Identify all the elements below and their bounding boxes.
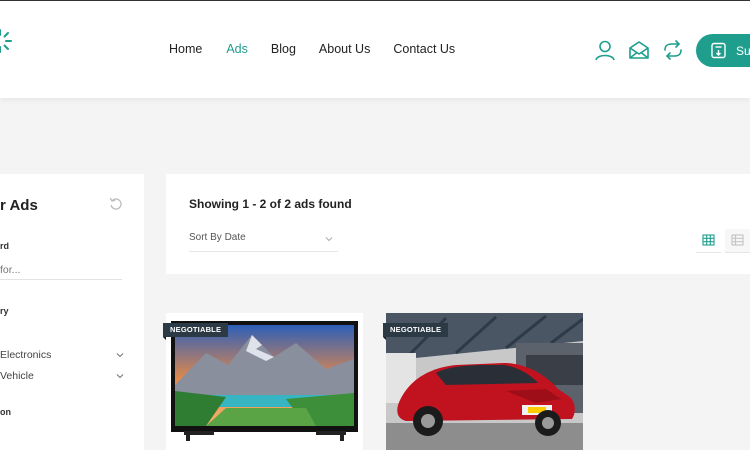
chevron-down-icon [116, 353, 124, 358]
logo-icon[interactable] [0, 27, 14, 55]
category-vehicle-label: Vehicle [0, 370, 34, 382]
results-count: Showing 1 - 2 of 2 ads found [189, 197, 352, 211]
submit-ad-button[interactable]: Su [696, 34, 750, 67]
mail-icon[interactable] [628, 39, 650, 61]
category-electronics-label: Electronics [0, 349, 52, 361]
grid-icon [702, 234, 715, 246]
sort-select-value: Sort By Date [189, 232, 246, 243]
grid-view-button[interactable] [696, 229, 721, 253]
nav-home[interactable]: Home [169, 42, 202, 56]
list-icon [731, 234, 744, 246]
nav-blog[interactable]: Blog [271, 42, 296, 56]
keyword-input[interactable] [0, 260, 122, 280]
user-icon[interactable] [594, 39, 616, 61]
submit-ad-label: Su [736, 44, 750, 58]
filter-sidebar: r Ads rd ry Electronics Vehicle on [0, 174, 144, 450]
keyword-label: rd [0, 241, 9, 251]
nav-about-us[interactable]: About Us [319, 42, 370, 56]
reset-icon[interactable] [109, 197, 123, 211]
category-electronics[interactable]: Electronics [0, 349, 124, 361]
negotiable-badge: NEGOTIABLE [163, 323, 229, 340]
nav-ads[interactable]: Ads [226, 42, 248, 56]
ad-card[interactable]: NEGOTIABLE [383, 313, 583, 450]
list-view-button[interactable] [725, 229, 750, 253]
main-nav: Home Ads Blog About Us Contact Us [169, 42, 455, 56]
compare-icon[interactable] [662, 39, 684, 61]
chevron-down-icon [116, 374, 124, 379]
negotiable-badge: NEGOTIABLE [383, 323, 449, 340]
category-vehicle[interactable]: Vehicle [0, 370, 124, 382]
results-toolbar: Showing 1 - 2 of 2 ads found Sort By Dat… [166, 174, 750, 274]
sort-select[interactable]: Sort By Date [189, 232, 338, 252]
ad-card[interactable]: NEGOTIABLE [163, 313, 363, 450]
location-label: on [0, 407, 11, 417]
site-header: Home Ads Blog About Us Contact Us Su [0, 1, 750, 98]
nav-contact-us[interactable]: Contact Us [393, 42, 455, 56]
add-document-icon [711, 42, 726, 59]
sidebar-title: r Ads [0, 197, 38, 214]
chevron-down-icon [325, 237, 333, 242]
category-label: ry [0, 306, 9, 316]
